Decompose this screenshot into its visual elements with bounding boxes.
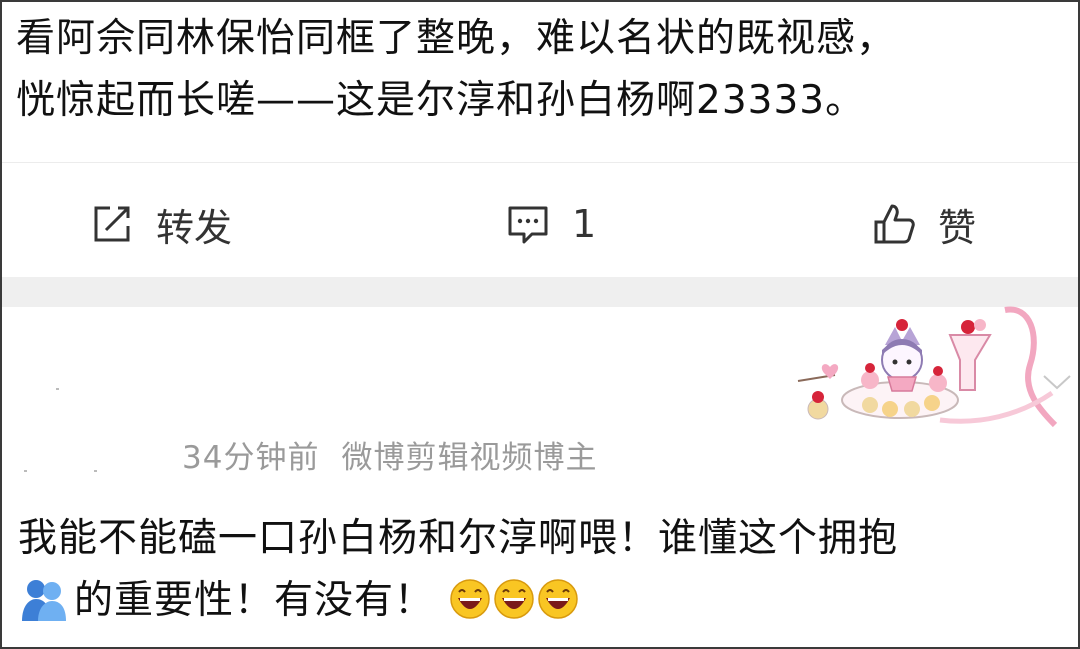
divider	[2, 162, 1078, 163]
action-bar: 转发 1 赞	[2, 176, 1078, 272]
speck	[94, 470, 97, 472]
comment-icon	[508, 206, 548, 244]
laughing-emoji	[494, 578, 535, 619]
like-button[interactable]: 赞	[872, 196, 976, 252]
hug-emoji	[22, 579, 66, 621]
comment-count: 1	[572, 202, 597, 246]
comment-meta: 34分钟前 微博剪辑视频博主	[182, 432, 597, 477]
speck	[24, 470, 27, 472]
speck	[56, 388, 59, 390]
chevron-down-icon[interactable]	[1040, 370, 1074, 394]
post-body: 看阿佘同林保怡同框了整晚，难以名状的既视感， 恍惊起而长嗟——这是尔淳和孙白杨啊…	[16, 8, 1066, 132]
comment-body: 我能不能磕一口孙白杨和尔淳啊喂！谁懂这个拥抱 的重要性！有没有！	[18, 508, 1068, 632]
like-label: 赞	[938, 205, 977, 250]
repost-icon	[94, 206, 130, 242]
comment-time: 34分钟前	[182, 440, 320, 476]
comment-line-1: 我能不能磕一口孙白杨和尔淳啊喂！谁懂这个拥抱	[18, 516, 899, 561]
kuromi-dessert-sticker	[797, 306, 1058, 428]
laughing-emoji	[538, 578, 579, 619]
section-separator	[2, 277, 1078, 307]
thumbs-up-icon	[874, 204, 915, 244]
post-line-1: 看阿佘同林保怡同框了整晚，难以名状的既视感，	[16, 16, 897, 61]
comment-line-2: 的重要性！有没有！	[74, 578, 435, 623]
repost-label: 转发	[156, 205, 233, 250]
laughing-emoji	[450, 578, 491, 619]
post-line-2: 恍惊起而长嗟——这是尔淳和孙白杨啊23333。	[16, 78, 866, 123]
comment-line-2-wrapper: 的重要性！有没有！	[18, 570, 1068, 632]
comment-button[interactable]: 1	[506, 196, 596, 252]
comment-source[interactable]: 微博剪辑视频博主	[341, 440, 597, 476]
repost-button[interactable]: 转发	[90, 196, 232, 252]
